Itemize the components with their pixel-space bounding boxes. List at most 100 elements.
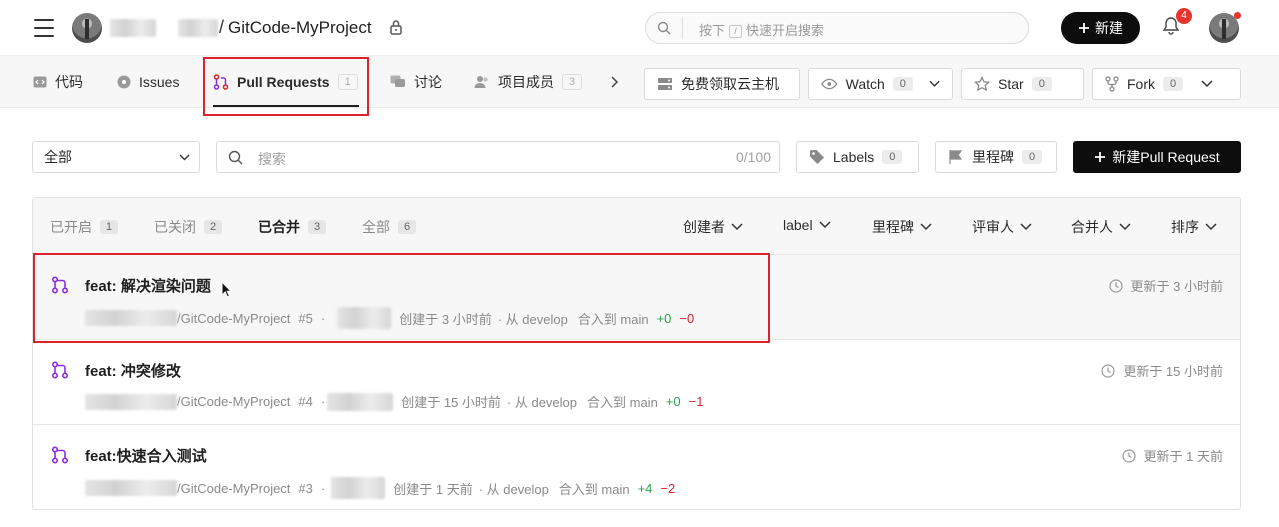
state-tab-all[interactable]: 全部 6 bbox=[362, 217, 417, 237]
tab-issues-label: Issues bbox=[139, 74, 180, 90]
filter-reviewer[interactable]: 评审人 bbox=[972, 217, 1032, 237]
notification-badge: 4 bbox=[1176, 8, 1192, 24]
tab-members-label: 项目成员 bbox=[498, 74, 554, 90]
meta-dot: · bbox=[320, 394, 326, 409]
chevron-down-icon bbox=[819, 221, 831, 229]
filter-milestone[interactable]: 里程碑 bbox=[872, 217, 932, 237]
search-icon bbox=[228, 150, 243, 165]
filter-merger-label: 合并人 bbox=[1071, 219, 1113, 235]
fork-label: Fork bbox=[1127, 76, 1155, 92]
author-namespace-redacted[interactable] bbox=[85, 393, 177, 410]
star-label: Star bbox=[998, 76, 1024, 92]
tab-discussions[interactable]: 讨论 bbox=[390, 56, 442, 108]
pull-request-target-branch: 合入到 main bbox=[558, 481, 630, 497]
pull-request-title[interactable]: feat:快速合入测试 bbox=[85, 445, 207, 466]
deletions-count: −1 bbox=[688, 394, 704, 409]
pull-request-meta: /GitCode-MyProject #3 · 创建于 1 天前 · 从 dev… bbox=[85, 477, 675, 499]
watch-count: 0 bbox=[892, 77, 913, 91]
pull-request-created: 创建于 15 小时前 bbox=[401, 395, 501, 410]
filter-reviewer-label: 评审人 bbox=[972, 219, 1014, 235]
new-pull-request-button[interactable]: 新建Pull Request bbox=[1073, 141, 1241, 173]
fork-icon bbox=[1105, 76, 1119, 92]
namespace-redacted[interactable] bbox=[178, 19, 218, 37]
owner-avatar[interactable] bbox=[72, 13, 102, 43]
owner-name-redacted[interactable] bbox=[110, 19, 156, 37]
issue-icon bbox=[117, 75, 131, 89]
state-tab-closed[interactable]: 已关闭 2 bbox=[154, 217, 223, 237]
new-button[interactable]: 新建 bbox=[1061, 12, 1140, 44]
pr-scope-select[interactable]: 全部 bbox=[32, 141, 200, 173]
star-icon bbox=[974, 76, 990, 92]
pull-request-updated-label: 更新于 1 天前 bbox=[1143, 449, 1223, 464]
list-header: 已开启 1 已关闭 2 已合并 3 全部 6 创建者 label 里程碑 评审人 bbox=[33, 198, 1240, 255]
star-button[interactable]: Star 0 bbox=[961, 68, 1084, 100]
top-navbar: / GitCode-MyProject 按下 / 快速开启搜索 新建 4 bbox=[0, 0, 1279, 56]
filter-sort[interactable]: 排序 bbox=[1171, 217, 1217, 237]
pull-request-source-branch: · 从 develop bbox=[506, 395, 578, 410]
filter-creator[interactable]: 创建者 bbox=[683, 217, 743, 237]
state-open-count: 1 bbox=[100, 220, 119, 234]
fork-button[interactable]: Fork 0 bbox=[1092, 68, 1241, 100]
pr-search-placeholder: 搜索 bbox=[258, 151, 286, 167]
global-search-input[interactable]: 按下 / 快速开启搜索 bbox=[645, 12, 1029, 44]
highlight-box-pr-row bbox=[33, 253, 770, 343]
state-merged-label: 已合并 bbox=[258, 219, 300, 235]
pull-request-updated-label: 更新于 15 小时前 bbox=[1123, 364, 1223, 379]
state-tab-open[interactable]: 已开启 1 bbox=[50, 217, 119, 237]
mouse-cursor-icon bbox=[221, 281, 233, 298]
milestone-button[interactable]: 里程碑 0 bbox=[935, 141, 1057, 173]
pull-request-title[interactable]: feat: 冲突修改 bbox=[85, 360, 181, 381]
milestone-icon bbox=[949, 150, 963, 164]
pull-request-repo[interactable]: /GitCode-MyProject bbox=[177, 394, 290, 409]
tab-code-label: 代码 bbox=[55, 74, 83, 90]
new-button-label: 新建 bbox=[1095, 20, 1123, 36]
menu-icon[interactable] bbox=[34, 19, 54, 37]
milestone-label: 里程碑 bbox=[972, 149, 1014, 165]
project-tabbar: 代码 Issues Pull Requests 1 讨论 项目成员 3 bbox=[0, 56, 1279, 108]
tab-members[interactable]: 项目成员 3 bbox=[474, 56, 583, 108]
star-count: 0 bbox=[1031, 77, 1052, 91]
pull-request-updated: 更新于 15 小时前 bbox=[1101, 361, 1223, 380]
filter-milestone-label: 里程碑 bbox=[872, 219, 914, 235]
chevron-right-icon[interactable] bbox=[606, 74, 622, 90]
search-icon bbox=[657, 21, 671, 35]
tab-members-count: 3 bbox=[562, 74, 583, 90]
pull-request-source-branch: · 从 develop bbox=[478, 481, 549, 497]
creator-redacted[interactable] bbox=[327, 392, 394, 411]
state-all-count: 6 bbox=[398, 220, 417, 234]
filter-label[interactable]: label bbox=[783, 217, 831, 233]
pull-request-updated-label: 更新于 3 小时前 bbox=[1130, 279, 1223, 294]
discussion-icon bbox=[390, 75, 405, 87]
pr-search-char-count: 0/100 bbox=[735, 149, 771, 165]
state-merged-count: 3 bbox=[308, 220, 327, 234]
tab-code[interactable]: 代码 bbox=[33, 56, 83, 108]
chevron-down-icon bbox=[731, 223, 743, 231]
pull-request-updated: 更新于 3 小时前 bbox=[1108, 276, 1223, 295]
pull-request-row[interactable]: feat: 冲突修改 /GitCode-MyProject #4 · 创建于 1… bbox=[33, 340, 1240, 425]
pull-request-target-branch: 合入到 main bbox=[587, 395, 658, 410]
project-title[interactable]: GitCode-MyProject bbox=[228, 18, 372, 38]
pull-request-repo[interactable]: /GitCode-MyProject bbox=[177, 481, 290, 496]
tab-issues[interactable]: Issues bbox=[117, 56, 179, 108]
state-closed-label: 已关闭 bbox=[154, 219, 196, 235]
merged-pr-icon bbox=[51, 361, 69, 379]
creator-redacted[interactable] bbox=[331, 477, 386, 499]
filter-merger[interactable]: 合并人 bbox=[1071, 217, 1131, 237]
state-all-label: 全部 bbox=[362, 219, 390, 235]
fork-count: 0 bbox=[1163, 77, 1184, 91]
clock-icon bbox=[1108, 278, 1123, 293]
chevron-down-icon bbox=[179, 154, 190, 161]
labels-button[interactable]: Labels 0 bbox=[796, 141, 919, 173]
watch-button[interactable]: Watch 0 bbox=[808, 68, 953, 100]
plus-icon bbox=[1095, 152, 1106, 162]
highlight-box-pr-tab bbox=[203, 57, 369, 116]
author-namespace-redacted[interactable] bbox=[85, 480, 177, 496]
code-icon bbox=[33, 76, 47, 88]
deletions-count: −2 bbox=[660, 480, 676, 496]
free-cloud-host-button[interactable]: 免费领取云主机 bbox=[644, 68, 800, 100]
tab-discussions-label: 讨论 bbox=[414, 74, 442, 90]
pull-request-row[interactable]: feat:快速合入测试 /GitCode-MyProject #3 · 创建于 … bbox=[33, 425, 1240, 510]
state-tab-merged[interactable]: 已合并 3 bbox=[258, 217, 327, 237]
chevron-down-icon bbox=[929, 80, 940, 87]
pr-search-input[interactable]: 搜索 0/100 bbox=[216, 141, 780, 173]
